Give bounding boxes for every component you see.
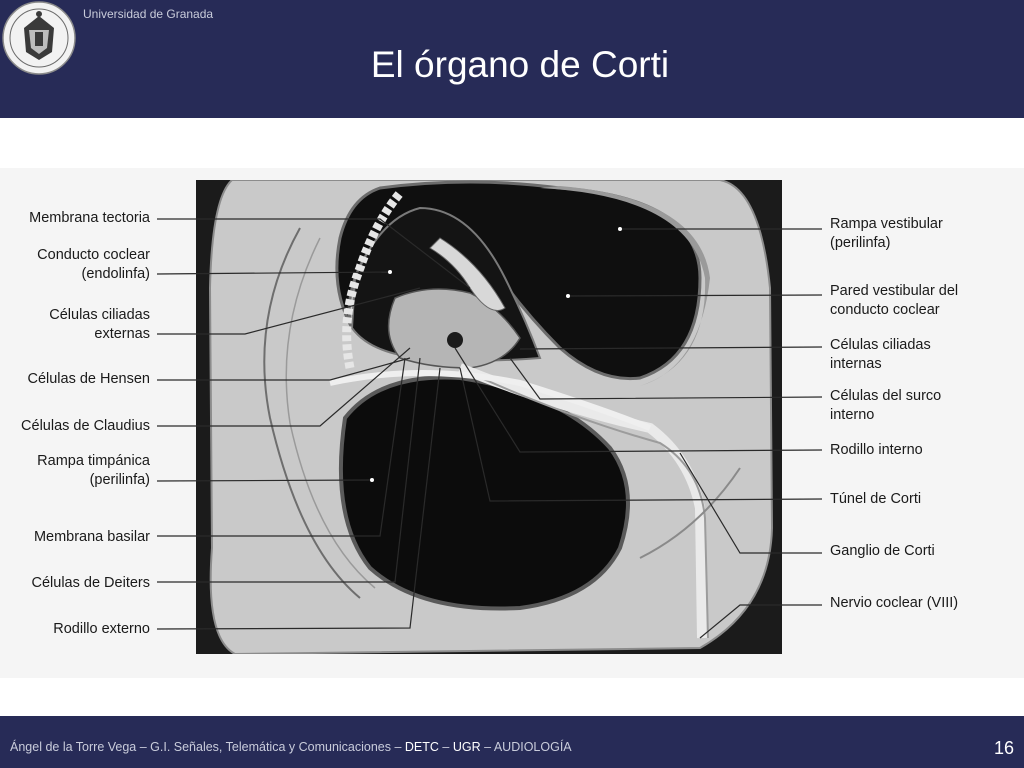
footer-sep-2: – — [480, 740, 494, 754]
label-rodillo-interno: Rodillo interno — [830, 442, 923, 458]
label-rampa-timpanica: Rampa timpánica (perilinfa) — [37, 453, 150, 488]
label-ganglio-corti: Ganglio de Corti — [830, 543, 935, 559]
label-rampa-vestibular: Rampa vestibular (perilinfa) — [830, 216, 943, 251]
footer-author: Ángel de la Torre Vega – G.I. Señales, T… — [10, 740, 405, 754]
footer-sep-1: – — [438, 740, 453, 754]
label-celulas-deiters: Células de Deiters — [31, 575, 150, 591]
university-name: Universidad de Granada — [83, 7, 214, 21]
label-rodillo-externo: Rodillo externo — [53, 621, 150, 637]
slide-title: El órgano de Corti — [370, 44, 670, 85]
footer-detc: DETC — [404, 740, 439, 754]
label-celulas-claudius: Células de Claudius — [21, 418, 150, 434]
label-membrana-basilar: Membrana basilar — [33, 529, 150, 545]
corti-diagram: Membrana tectoria Conducto coclear (endo… — [0, 168, 1024, 678]
footer-bar: Ángel de la Torre Vega – G.I. Señales, T… — [0, 716, 1024, 768]
label-celulas-hensen: Células de Hensen — [27, 371, 150, 387]
label-membrana-tectoria: Membrana tectoria — [29, 210, 150, 226]
label-celulas-ciliadas-internas: Células ciliadas internas — [830, 337, 931, 372]
footer-ugr: UGR — [452, 740, 481, 754]
footer-course: AUDIOLOGÍA — [493, 740, 572, 754]
footer-credits: Ángel de la Torre Vega – G.I. Señales, T… — [10, 740, 572, 754]
label-pared-vestibular: Pared vestibular del conducto coclear — [830, 283, 959, 318]
label-tunel-corti: Túnel de Corti — [830, 491, 922, 507]
header-bar: Universidad de Granada El órgano de Cort… — [0, 0, 1024, 118]
label-conducto-coclear: Conducto coclear (endolinfa) — [37, 247, 150, 282]
label-celulas-ciliadas-externas: Células ciliadas externas — [49, 307, 150, 342]
label-nervio-coclear: Nervio coclear (VIII) — [830, 595, 959, 611]
page-number: 16 — [993, 738, 1014, 758]
label-celulas-surco-interno: Células del surco interno — [830, 388, 942, 423]
